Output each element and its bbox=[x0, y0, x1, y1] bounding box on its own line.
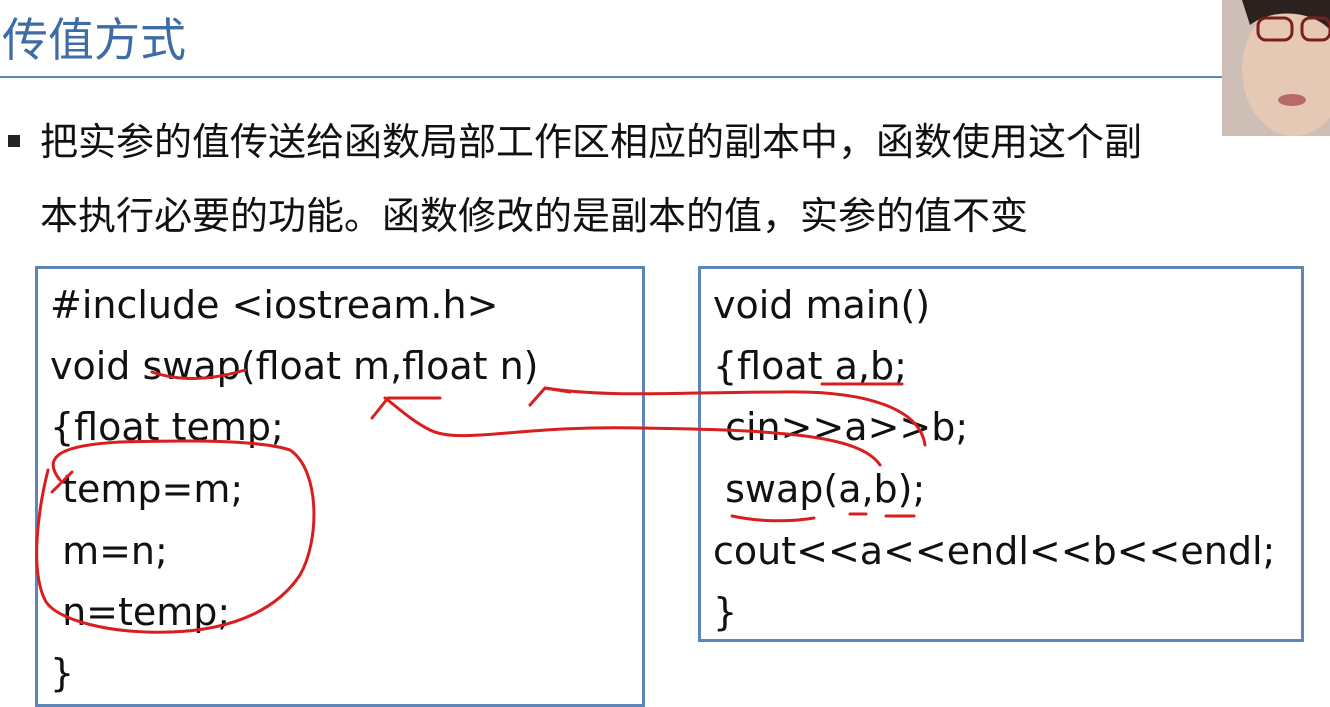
presenter-webcam bbox=[1222, 0, 1330, 136]
code-line: cin>>a>>b; bbox=[713, 405, 969, 449]
code-line: cout<<a<<endl<<b<<endl; bbox=[713, 529, 1276, 573]
code-line: m=n; bbox=[50, 529, 168, 573]
bullet-text-line-1: 把实参的值传送给函数局部工作区相应的副本中，函数使用这个副 bbox=[40, 120, 1143, 164]
code-line: swap(a,b); bbox=[713, 467, 926, 511]
code-line: void swap(float m,float n) bbox=[50, 344, 539, 388]
slide-title: 传值方式 bbox=[2, 13, 186, 67]
code-line: n=temp; bbox=[50, 590, 231, 634]
code-line: } bbox=[50, 651, 75, 695]
presenter-image bbox=[1222, 0, 1330, 136]
code-line: } bbox=[713, 590, 738, 634]
code-line: temp=m; bbox=[50, 467, 244, 511]
bullet-text-line-2: 本执行必要的功能。函数修改的是副本的值，实参的值不变 bbox=[40, 194, 1029, 238]
main-function-code-box: void main() {float a,b; cin>>a>>b; swap(… bbox=[698, 266, 1304, 642]
swap-function-code-box: #include <iostream.h> void swap(float m,… bbox=[35, 266, 645, 707]
code-line: #include <iostream.h> bbox=[50, 283, 499, 327]
bullet-marker bbox=[8, 135, 20, 147]
code-line: {float temp; bbox=[50, 405, 284, 449]
code-line: {float a,b; bbox=[713, 344, 907, 388]
title-divider bbox=[0, 76, 1222, 78]
code-line: void main() bbox=[713, 283, 931, 327]
